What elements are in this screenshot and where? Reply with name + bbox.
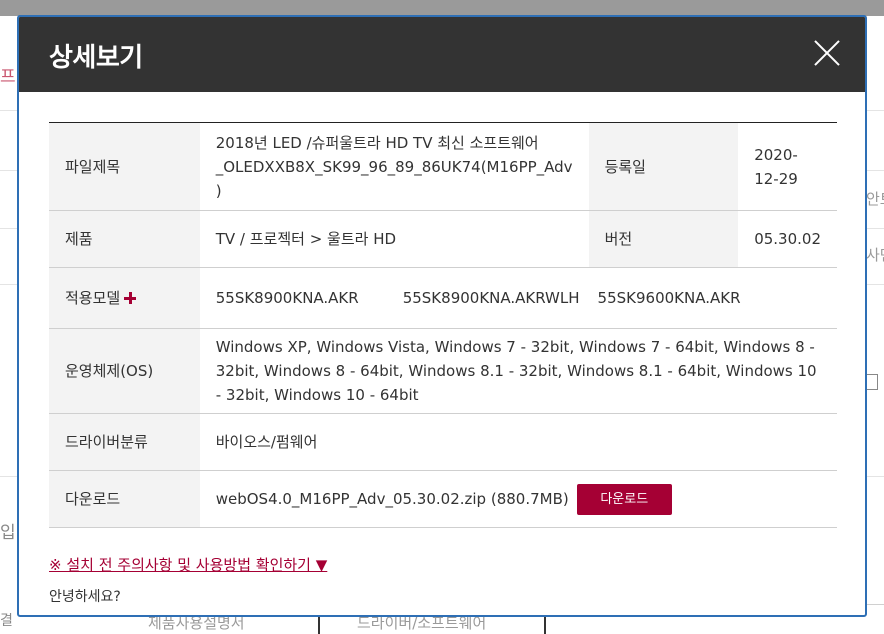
detail-modal: 상세보기 파일제목 2018년 LED /슈퍼울트라 HD TV 최신 소프트웨… [17, 15, 867, 617]
plus-icon[interactable] [124, 292, 137, 304]
applied-models-label-text: 적용모델 [65, 289, 121, 307]
download-cell: webOS4.0_M16PP_Adv_05.30.02.zip (880.7MB… [199, 470, 837, 528]
file-title-value: 2018년 LED /슈퍼울트라 HD TV 최신 소프트웨어_OLEDXXB8… [199, 122, 589, 211]
model-item: 55SK8900KNA.AKRWLH [402, 289, 580, 307]
download-button[interactable]: 다운로드 [576, 483, 672, 515]
applied-models-label: 적용모델 [49, 267, 200, 329]
file-title-label: 파일제목 [49, 122, 200, 211]
modal-header: 상세보기 [19, 17, 865, 92]
applied-models-value: 55SK8900KNA.AKR 55SK8900KNA.AKRWLH 55SK960… [199, 267, 837, 329]
version-value: 05.30.02 [738, 210, 837, 268]
registered-date-label: 등록일 [588, 122, 739, 211]
os-value: Windows XP, Windows Vista, Windows 7 - 3… [199, 328, 837, 414]
model-item: 55SK9600KNA.AKR [597, 289, 741, 307]
download-label: 다운로드 [49, 470, 200, 528]
driver-type-value: 바이오스/펌웨어 [199, 413, 837, 471]
close-icon[interactable] [813, 39, 841, 67]
registered-date-value: 2020-12-29 [738, 122, 837, 211]
modal-title: 상세보기 [49, 43, 143, 73]
product-value: TV / 프로젝터 > 울트라 HD [199, 210, 589, 268]
version-label: 버전 [588, 210, 739, 268]
notice-greeting-text: 안녕하세요? [49, 589, 121, 605]
download-file-name: webOS4.0_M16PP_Adv_05.30.02.zip (880.7MB… [215, 490, 569, 508]
driver-type-label: 드라이버분류 [49, 413, 200, 471]
table-row: 운영체제(OS) Windows XP, Windows Vista, Wind… [49, 328, 837, 414]
os-label: 운영체제(OS) [49, 328, 200, 414]
table-row: 드라이버분류 바이오스/펌웨어 [49, 413, 837, 471]
table-row: 파일제목 2018년 LED /슈퍼울트라 HD TV 최신 소프트웨어_OLE… [49, 122, 837, 211]
detail-table: 파일제목 2018년 LED /슈퍼울트라 HD TV 최신 소프트웨어_OLE… [49, 122, 837, 528]
product-label: 제품 [49, 210, 200, 268]
table-row: 다운로드 webOS4.0_M16PP_Adv_05.30.02.zip (88… [49, 470, 837, 528]
table-row: 제품 TV / 프로젝터 > 울트라 HD 버전 05.30.02 [49, 210, 837, 268]
install-notice-link[interactable]: ※ 설치 전 주의사항 및 사용방법 확인하기 ▼ [49, 554, 327, 575]
table-row: 적용모델 55SK8900KNA.AKR 55SK8900KNA.AKRWLH 55… [49, 267, 837, 329]
model-item: 55SK8900KNA.AKR [215, 289, 359, 307]
